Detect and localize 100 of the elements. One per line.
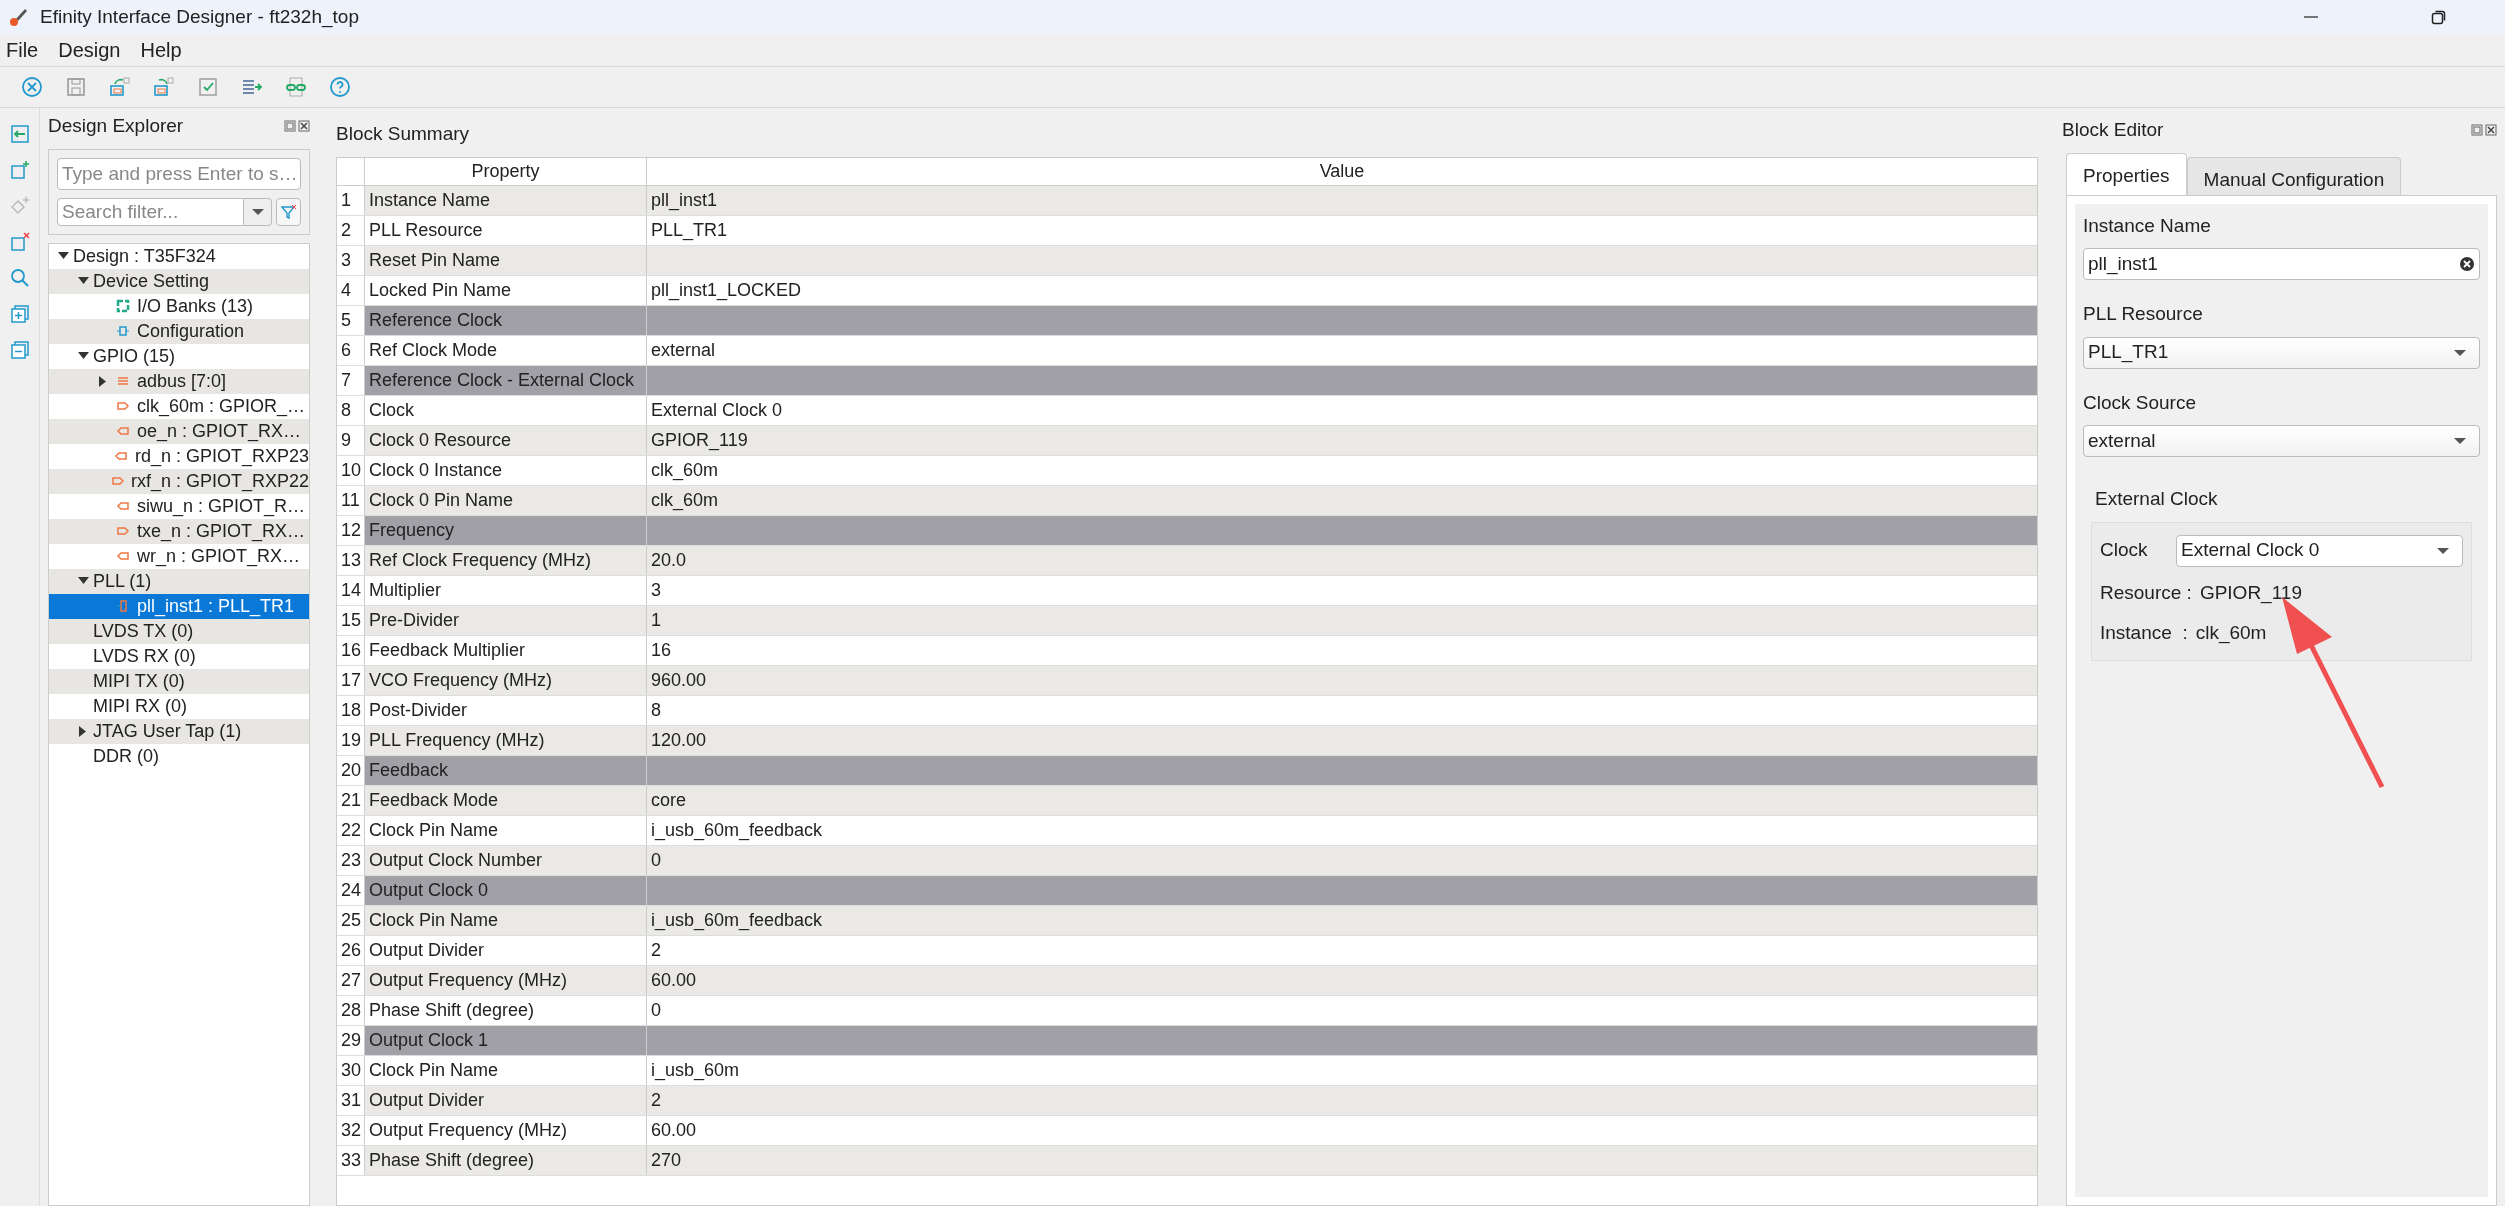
tab[interactable]: Properties	[2066, 152, 2187, 195]
table-cell: Clock 0 Resource	[365, 425, 647, 455]
clear-filter-button[interactable]	[276, 197, 301, 226]
collapsed-arrow-icon[interactable]	[99, 375, 107, 387]
row-number: 27	[337, 965, 365, 995]
delete-block-icon[interactable]	[9, 232, 30, 252]
table-cell-text: pll_inst1_LOCKED	[650, 278, 803, 303]
table-cell: Post-Divider	[365, 695, 647, 725]
bus-icon	[116, 374, 130, 388]
save-icon[interactable]	[64, 75, 88, 99]
caret-icon	[2453, 437, 2467, 445]
panel-title: Block Editor	[2062, 118, 2164, 142]
export-icon[interactable]	[152, 75, 176, 99]
table-cell: VCO Frequency (MHz)	[365, 665, 647, 695]
table-cell: Pre-Divider	[365, 605, 647, 635]
field-label: Clock	[2100, 538, 2149, 563]
row-number: 11	[337, 485, 365, 515]
table-cell: Clock 0 Pin Name	[365, 485, 647, 515]
row-number: 9	[337, 425, 365, 455]
menu-item[interactable]: Design	[56, 35, 123, 65]
table-cell: Output Clock 1	[365, 1025, 647, 1055]
table-cell-text: External Clock 0	[650, 398, 784, 422]
table-cell-text: external	[650, 338, 717, 362]
tree-item[interactable]: Configuration	[49, 318, 309, 344]
table-cell: Clock Pin Name	[365, 815, 647, 845]
tab[interactable]: Manual Configuration	[2186, 156, 2402, 195]
table-cell-text: 16	[650, 638, 673, 662]
pll-icon	[116, 599, 130, 613]
table-cell: Frequency	[365, 515, 647, 545]
dropdown-button[interactable]	[244, 197, 272, 226]
tree-item[interactable]: rxf_n : GPIOT_RXP22	[49, 468, 309, 494]
add-diamond-icon[interactable]	[9, 196, 30, 216]
config-icon	[116, 324, 130, 338]
table-cell: PLL Resource	[365, 215, 647, 245]
tree-item[interactable]: JTAG User Tap (1)	[49, 718, 309, 744]
search-icon[interactable]	[9, 268, 30, 288]
table-cell: Ref Clock Frequency (MHz)	[365, 545, 647, 575]
table-cell-text: clk_60m	[650, 458, 720, 483]
table-cell-text: i_usb_60m_feedback	[650, 818, 824, 843]
dropdown[interactable]: PLL_TR1	[2083, 336, 2480, 369]
expanded-arrow-icon[interactable]	[77, 352, 89, 360]
table-cell: Output Clock Number	[365, 845, 647, 875]
panel-title: Block Summary	[336, 122, 471, 146]
row-number: 31	[337, 1085, 365, 1115]
row-number: 33	[337, 1145, 365, 1175]
add-block-icon[interactable]	[9, 160, 30, 180]
column-header[interactable]: Value	[647, 157, 2037, 186]
output-pin-icon	[116, 399, 130, 413]
table-cell-text: 3	[650, 578, 662, 602]
table-cell-text: 60.00	[650, 1118, 698, 1142]
dropdown[interactable]: External Clock 0	[2176, 534, 2463, 567]
table-cell: Clock Pin Name	[365, 1055, 647, 1085]
tree-item[interactable]: pll_inst1 : PLL_TR1	[49, 593, 309, 619]
menu-item[interactable]: File	[4, 35, 41, 65]
help-icon[interactable]	[328, 75, 352, 99]
restore-icon[interactable]	[2431, 9, 2447, 25]
field-value: GPIOR_119	[2199, 580, 2302, 606]
tree-item[interactable]: LVDS TX (0)	[49, 618, 309, 644]
table-cell-text: PLL_TR1	[650, 218, 729, 243]
collapsed-arrow-icon[interactable]	[79, 725, 87, 737]
search-field[interactable]: Type and press Enter to s…	[57, 157, 301, 190]
expanded-arrow-icon[interactable]	[77, 577, 89, 585]
check-icon[interactable]	[196, 75, 220, 99]
expanded-arrow-icon[interactable]	[77, 277, 89, 285]
tree-item[interactable]: txe_n : GPIOT_RX…	[49, 518, 309, 544]
link-icon[interactable]	[284, 75, 308, 99]
search-filter-field[interactable]: Search filter...	[57, 197, 244, 226]
row-number: 19	[337, 725, 365, 755]
field-value: clk_60m	[2195, 621, 2267, 646]
collapse-all-icon[interactable]	[9, 340, 30, 360]
row-number: 1	[337, 185, 365, 215]
table-cell-text: 270	[650, 1148, 683, 1172]
table-cell: Reference Clock - External Clock	[365, 365, 647, 395]
dropdown[interactable]: external	[2083, 425, 2480, 457]
expand-all-icon[interactable]	[9, 304, 30, 324]
close-icon[interactable]	[298, 120, 310, 133]
table-cell-text: 120.00	[650, 728, 708, 752]
row-number: 21	[337, 785, 365, 815]
row-number: 15	[337, 605, 365, 635]
import-icon[interactable]	[108, 75, 132, 99]
clear-icon[interactable]	[2459, 256, 2475, 272]
table-cell-text: 0	[650, 998, 662, 1022]
close-icon[interactable]	[2485, 124, 2497, 137]
tree-item[interactable]: PLL (1)	[49, 568, 309, 594]
table-cell: Locked Pin Name	[365, 275, 647, 305]
menu-item[interactable]: Help	[138, 35, 184, 65]
chip-icon	[116, 299, 130, 313]
tree-item[interactable]: MIPI TX (0)	[49, 668, 309, 694]
expanded-arrow-icon[interactable]	[57, 252, 69, 260]
row-number: 13	[337, 545, 365, 575]
table-cell-text: 2	[650, 938, 662, 962]
input-field[interactable]: pll_inst1	[2083, 248, 2480, 280]
tree-item[interactable]: oe_n : GPIOT_RX…	[49, 418, 309, 444]
dock-icon[interactable]	[9, 124, 30, 144]
field-label: Instance Name	[2083, 213, 2212, 238]
table-cell: Clock Pin Name	[365, 905, 647, 935]
table-cell-text: i_usb_60m	[650, 1058, 741, 1083]
tree-item[interactable]: Device Setting	[49, 268, 309, 294]
tree-item[interactable]: adbus [7:0]	[49, 368, 309, 394]
column-header[interactable]: Property	[365, 157, 647, 186]
